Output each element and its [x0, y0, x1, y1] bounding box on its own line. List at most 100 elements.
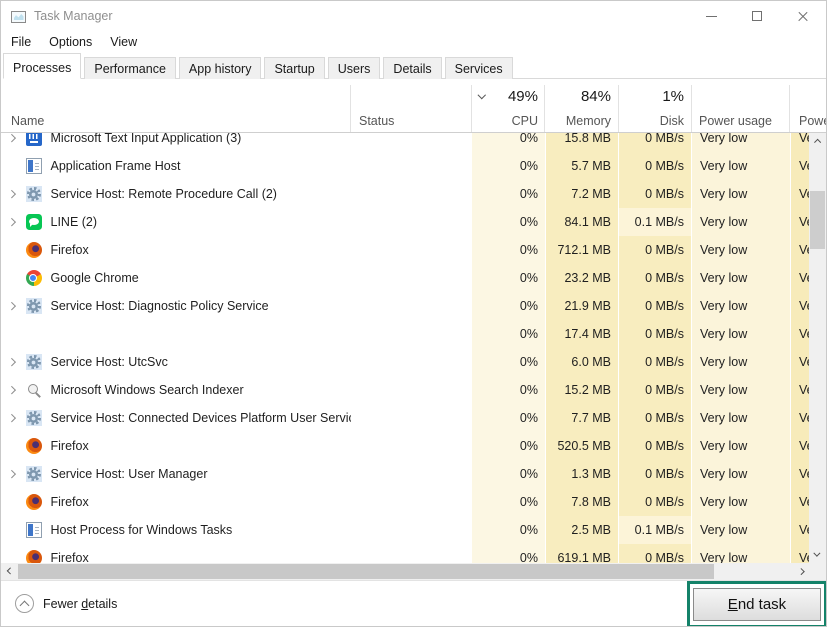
menu-item[interactable]: Options	[47, 33, 94, 51]
disk-total-value: 1%	[618, 88, 691, 105]
column-header-cpu[interactable]: CPU	[471, 114, 545, 128]
fewer-details-label: Fewer details	[43, 597, 117, 611]
process-power-usage-trend: Ve	[790, 376, 811, 404]
tab[interactable]: App history	[179, 57, 262, 79]
process-row[interactable]: Google Chrome 0% 23.2 MB 0 MB/s Very low…	[1, 264, 811, 292]
process-row[interactable]: Firefox 0% 619.1 MB 0 MB/s Very low Ve	[1, 544, 811, 563]
process-cpu-value: 0%	[471, 208, 545, 236]
process-status	[351, 264, 471, 292]
process-row[interactable]: Service Host: User Manager 0% 1.3 MB 0 M…	[1, 460, 811, 488]
process-icon	[26, 298, 42, 314]
process-name: Service Host: User Manager	[51, 460, 208, 488]
process-row[interactable]: Firefox 0% 712.1 MB 0 MB/s Very low Ve	[1, 236, 811, 264]
expand-chevron-icon[interactable]	[8, 414, 16, 422]
process-power-usage: Very low	[691, 133, 790, 152]
expand-chevron-icon[interactable]	[8, 190, 16, 198]
process-power-usage: Very low	[691, 432, 790, 460]
window-controls	[688, 1, 826, 31]
fewer-details-button[interactable]: Fewer details	[15, 594, 117, 613]
expand-chevron-icon[interactable]	[8, 218, 16, 226]
tab[interactable]: Users	[328, 57, 381, 79]
process-power-usage: Very low	[691, 544, 790, 563]
process-disk-value: 0 MB/s	[618, 152, 691, 180]
vertical-scrollbar-thumb[interactable]	[810, 191, 825, 249]
process-name-cell: Firefox	[1, 488, 351, 516]
expand-chevron-icon[interactable]	[8, 470, 16, 478]
close-button[interactable]	[780, 1, 826, 31]
title-bar[interactable]: Task Manager	[1, 1, 826, 31]
process-icon	[26, 354, 42, 370]
process-icon	[26, 158, 42, 174]
column-header-name[interactable]: Name	[1, 114, 351, 128]
process-row[interactable]: Service Host: UtcSvc 0% 6.0 MB 0 MB/s Ve…	[1, 348, 811, 376]
scroll-left-button[interactable]	[1, 563, 18, 580]
tab-strip: Processes Performance App history Startu…	[3, 53, 826, 79]
process-row[interactable]: Microsoft Text Input Application (3) 0% …	[1, 133, 811, 152]
process-row[interactable]: Microsoft Windows Search Indexer 0% 15.2…	[1, 376, 811, 404]
process-cpu-value: 0%	[471, 133, 545, 152]
process-row[interactable]: Service Host: Connected Devices Platform…	[1, 404, 811, 432]
vertical-scrollbar[interactable]	[809, 133, 826, 563]
process-power-usage-trend: Ve	[790, 152, 811, 180]
process-name-cell: Firefox	[1, 236, 351, 264]
process-cpu-value: 0%	[471, 404, 545, 432]
menu-item[interactable]: View	[108, 33, 139, 51]
process-power-usage-trend: Ve	[790, 320, 811, 348]
process-status	[351, 516, 471, 544]
process-row[interactable]: Service Host: Diagnostic Policy Service …	[1, 292, 811, 320]
process-memory-value: 84.1 MB	[545, 208, 618, 236]
process-memory-value: 520.5 MB	[545, 432, 618, 460]
process-row[interactable]: Firefox 0% 520.5 MB 0 MB/s Very low Ve	[1, 432, 811, 460]
process-power-usage: Very low	[691, 292, 790, 320]
scroll-down-button[interactable]	[809, 546, 826, 563]
tab[interactable]: Startup	[264, 57, 324, 79]
process-row[interactable]: Firefox 0% 7.8 MB 0 MB/s Very low Ve	[1, 488, 811, 516]
process-name: Host Process for Windows Tasks	[51, 516, 233, 544]
column-header-disk[interactable]: Disk	[618, 114, 691, 128]
expand-chevron-icon[interactable]	[8, 302, 16, 310]
minimize-button[interactable]	[688, 1, 734, 31]
column-header-memory[interactable]: Memory	[545, 114, 618, 128]
process-row[interactable]: Application Frame Host 0% 5.7 MB 0 MB/s …	[1, 152, 811, 180]
process-memory-value: 1.3 MB	[545, 460, 618, 488]
process-power-usage-trend: Ve	[790, 516, 811, 544]
task-manager-app-icon	[11, 11, 26, 23]
process-name: Microsoft Windows Search Indexer	[51, 376, 244, 404]
tab[interactable]: Performance	[84, 57, 176, 79]
scroll-up-button[interactable]	[809, 133, 826, 150]
process-status	[351, 292, 471, 320]
process-status	[351, 133, 471, 152]
expand-chevron-icon[interactable]	[8, 134, 16, 142]
tab[interactable]: Details	[383, 57, 441, 79]
horizontal-scrollbar[interactable]	[1, 563, 811, 580]
process-row[interactable]: LINE (2) 0% 84.1 MB 0.1 MB/s Very low Ve	[1, 208, 811, 236]
process-icon	[26, 550, 42, 563]
tab[interactable]: Processes	[3, 53, 81, 79]
memory-total-value: 84%	[545, 88, 618, 105]
process-name-cell	[1, 320, 351, 348]
process-power-usage-trend: Ve	[790, 236, 811, 264]
end-task-button[interactable]: End task	[693, 588, 821, 621]
menu-item[interactable]: File	[9, 33, 33, 51]
expand-chevron-icon[interactable]	[8, 386, 16, 394]
process-power-usage: Very low	[691, 208, 790, 236]
process-row[interactable]: Host Process for Windows Tasks 0% 2.5 MB…	[1, 516, 811, 544]
horizontal-scrollbar-thumb[interactable]	[18, 564, 714, 579]
expand-chevron-icon[interactable]	[8, 358, 16, 366]
process-row[interactable]: 0% 17.4 MB 0 MB/s Very low Ve	[1, 320, 811, 348]
maximize-button[interactable]	[734, 1, 780, 31]
column-header-status[interactable]: Status	[351, 114, 471, 128]
tab[interactable]: Services	[445, 57, 513, 79]
process-memory-value: 2.5 MB	[545, 516, 618, 544]
chevron-right-icon	[798, 568, 804, 574]
column-header-power-usage[interactable]: Power usage	[691, 114, 790, 128]
process-icon	[26, 466, 42, 482]
process-cpu-value: 0%	[471, 488, 545, 516]
process-row[interactable]: Service Host: Remote Procedure Call (2) …	[1, 180, 811, 208]
process-disk-value: 0 MB/s	[618, 544, 691, 563]
column-header-power-usage-trend[interactable]: Powe	[790, 114, 827, 128]
process-name-cell: Service Host: UtcSvc	[1, 348, 351, 376]
task-manager-window: Task Manager File Options View Processes…	[0, 0, 827, 627]
process-cpu-value: 0%	[471, 152, 545, 180]
process-disk-value: 0 MB/s	[618, 404, 691, 432]
